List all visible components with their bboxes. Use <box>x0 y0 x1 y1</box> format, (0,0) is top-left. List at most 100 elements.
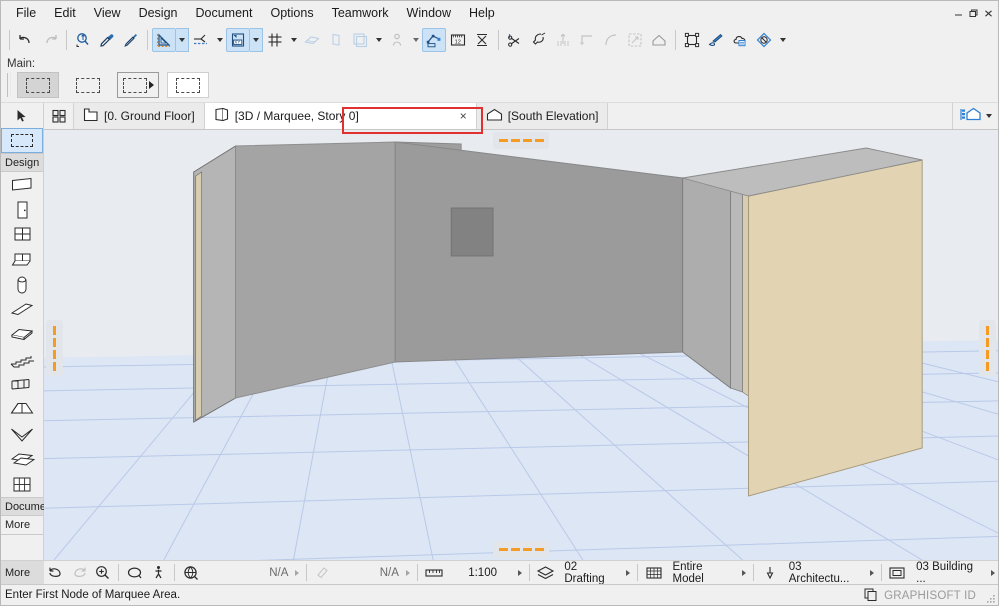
door-tool[interactable] <box>1 197 43 222</box>
menu-options[interactable]: Options <box>261 3 322 23</box>
xy-origin-dropdown[interactable] <box>250 28 263 52</box>
eyedropper-icon[interactable] <box>95 28 119 52</box>
blue-house-icon[interactable] <box>959 106 983 126</box>
zoom-find-icon[interactable] <box>71 28 95 52</box>
toolbox-group-design[interactable]: Design <box>1 153 43 172</box>
field-na-2[interactable]: N/A <box>373 567 406 579</box>
roof-tool[interactable] <box>1 397 43 422</box>
menu-help[interactable]: Help <box>460 3 504 23</box>
beam-tool[interactable] <box>1 297 43 322</box>
shell-tool[interactable] <box>1 422 43 447</box>
scale-field[interactable]: 1:100 <box>461 567 504 579</box>
toolbox-more-button[interactable]: More <box>1 516 43 535</box>
grid-snap-dropdown[interactable] <box>287 28 300 52</box>
scissors-icon[interactable] <box>503 28 527 52</box>
menu-document[interactable]: Document <box>187 3 262 23</box>
structure-icon[interactable] <box>642 562 665 584</box>
toolbox-more-label[interactable]: More <box>1 560 44 585</box>
stair-tool[interactable] <box>1 347 43 372</box>
grid-snap-icon[interactable] <box>263 28 287 52</box>
pen-icon[interactable] <box>758 562 781 584</box>
marquee-handle-right[interactable] <box>979 320 996 376</box>
tab-ground-floor[interactable]: [0. Ground Floor] <box>74 103 205 129</box>
copy-icon[interactable] <box>863 587 878 605</box>
surface-paint-icon[interactable] <box>752 28 776 52</box>
surface-paint-dropdown[interactable] <box>776 28 789 52</box>
triangle-ruler-icon[interactable] <box>152 28 176 52</box>
resize-grip[interactable] <box>984 592 996 604</box>
layers-square-dropdown[interactable] <box>372 28 385 52</box>
marquee-tool[interactable] <box>1 128 43 153</box>
layer-combination-field[interactable]: 02 Drafting <box>557 561 626 585</box>
minimize-button[interactable] <box>951 2 966 24</box>
tab-south-elevation[interactable]: [South Elevation] <box>476 103 609 129</box>
slab-tool[interactable] <box>1 322 43 347</box>
model-view-field[interactable]: 03 Building ... <box>909 561 991 585</box>
layers-icon[interactable] <box>534 562 557 584</box>
marquee-handle-top[interactable] <box>493 132 549 149</box>
railing-tool[interactable] <box>1 372 43 397</box>
morph-tool[interactable] <box>1 447 43 472</box>
zoom-in-icon[interactable] <box>91 562 114 584</box>
toolbox-group-document[interactable]: Docume <box>1 497 46 516</box>
magic-wand-icon[interactable] <box>527 28 551 52</box>
xy-origin-icon[interactable]: XY <box>226 28 250 52</box>
marquee-plain[interactable] <box>67 72 109 98</box>
marquee-white[interactable] <box>167 72 209 98</box>
ruler-12-icon[interactable]: 12 <box>446 28 470 52</box>
3d-axes-icon[interactable] <box>422 28 446 52</box>
menu-view[interactable]: View <box>85 3 130 23</box>
model-view-caret[interactable] <box>991 569 995 576</box>
undo-button[interactable] <box>14 28 38 52</box>
column-tool[interactable] <box>1 272 43 297</box>
partial-structure-caret[interactable] <box>742 569 747 576</box>
person-dropdown[interactable] <box>409 28 422 52</box>
project-tree-dropdown[interactable] <box>986 114 992 118</box>
tab-grid-icon[interactable] <box>44 103 74 129</box>
restore-button[interactable] <box>966 2 981 24</box>
triangle-ruler-dropdown[interactable] <box>176 28 189 52</box>
3d-viewport[interactable] <box>44 130 998 560</box>
menu-file[interactable]: File <box>7 3 45 23</box>
field-na-2-caret[interactable] <box>405 569 410 576</box>
scale-ruler-icon[interactable] <box>422 562 445 584</box>
menu-design[interactable]: Design <box>130 3 187 23</box>
field-na-1-caret[interactable] <box>295 569 300 576</box>
cloud-note-icon[interactable] <box>728 28 752 52</box>
pen-set-caret[interactable] <box>869 569 874 576</box>
pen-set-field[interactable]: 03 Architectu... <box>782 561 870 585</box>
marquee-handle-bottom[interactable] <box>493 541 549 558</box>
tab-close-icon[interactable]: × <box>450 109 467 123</box>
partial-structure-field[interactable]: Entire Model <box>665 561 742 585</box>
menu-edit[interactable]: Edit <box>45 3 85 23</box>
field-na-1[interactable]: N/A <box>262 567 295 579</box>
marquee-tool-pressed[interactable] <box>17 72 59 98</box>
scale-field-caret[interactable] <box>518 569 522 576</box>
curtain-wall-tool[interactable] <box>1 472 43 497</box>
syringe-icon[interactable] <box>119 28 143 52</box>
palette-grip[interactable] <box>7 73 11 97</box>
paint-brush-icon[interactable] <box>704 28 728 52</box>
tab-3d-marquee[interactable]: [3D / Marquee, Story 0] × <box>204 103 477 129</box>
layer-combination-caret[interactable] <box>626 569 631 576</box>
arrow-tool[interactable] <box>1 103 43 128</box>
marquee-flyout[interactable] <box>117 72 159 98</box>
menu-window[interactable]: Window <box>398 3 460 23</box>
menu-teamwork[interactable]: Teamwork <box>323 3 398 23</box>
snap-point-icon[interactable] <box>189 28 213 52</box>
window-tool[interactable] <box>1 222 43 247</box>
3d-globe-icon[interactable] <box>179 562 202 584</box>
area-measure-icon[interactable] <box>470 28 494 52</box>
orbit-ccw-icon[interactable] <box>44 562 67 584</box>
flyout-arrow-icon[interactable] <box>148 81 154 89</box>
model-view-icon[interactable] <box>886 562 909 584</box>
orbit-icon[interactable] <box>123 562 146 584</box>
marquee-handle-left[interactable] <box>46 320 63 376</box>
skylight-tool[interactable] <box>1 247 43 272</box>
snap-point-dropdown[interactable] <box>213 28 226 52</box>
graphisoft-id-label[interactable]: GRAPHISOFT ID <box>884 590 976 602</box>
group-nodes-icon[interactable] <box>680 28 704 52</box>
close-button[interactable] <box>981 2 996 24</box>
wall-tool[interactable] <box>1 172 43 197</box>
walk-person-icon[interactable] <box>146 562 169 584</box>
